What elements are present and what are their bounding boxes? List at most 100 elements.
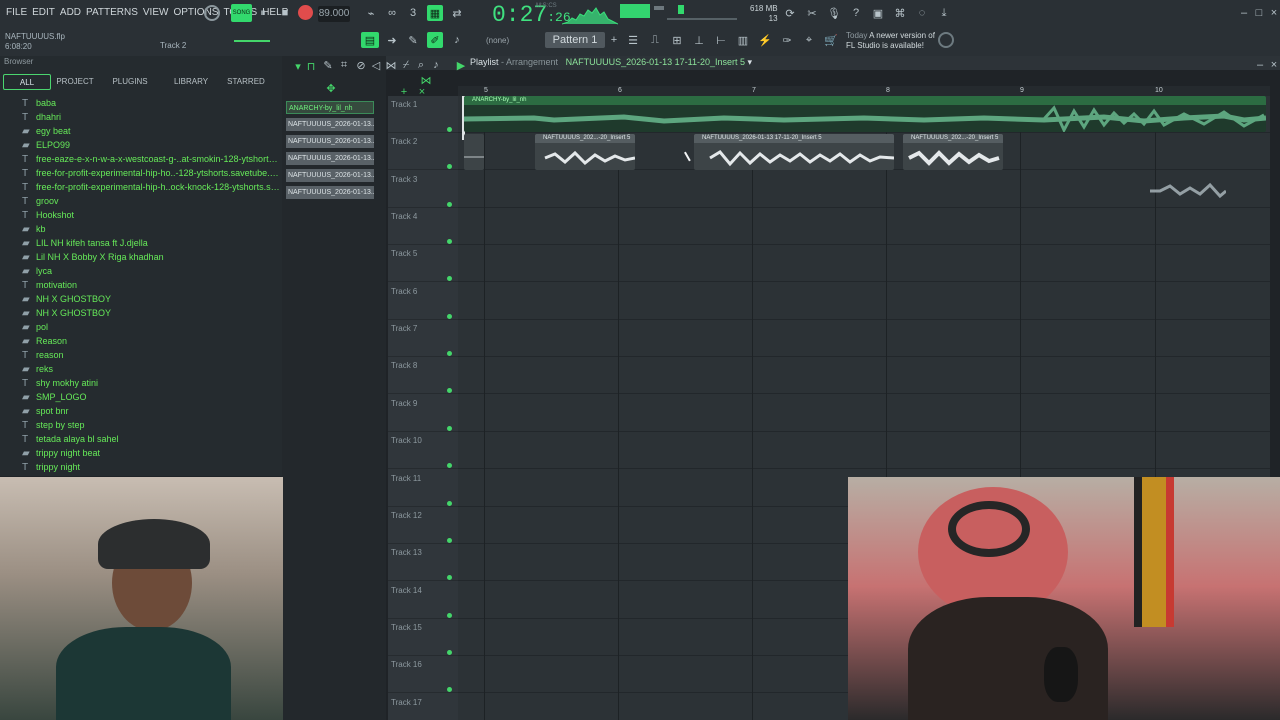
browser-item[interactable]: Tmotivation <box>22 278 280 292</box>
track-lane[interactable] <box>458 320 1270 358</box>
knob-icon[interactable] <box>204 5 220 21</box>
track-header[interactable]: Track 14 <box>388 582 458 619</box>
browser-icon[interactable]: ⊞ <box>669 32 685 48</box>
channel-rack-icon[interactable]: ☰ <box>625 32 641 48</box>
refresh-icon[interactable]: ⟳ <box>782 5 798 21</box>
browser-item[interactable]: Tshy mokhy atini <box>22 376 280 390</box>
blend-icon[interactable]: ⇄ <box>449 5 465 21</box>
browser-item[interactable]: T Hookshot <box>22 208 280 222</box>
browser-item[interactable]: ▰ NH X GHOSTBOY <box>22 306 280 320</box>
pattern-item[interactable]: NAFTUUUUS_2026-01-13... <box>286 135 374 148</box>
browser-item[interactable]: ▰ spot bnr <box>22 404 280 418</box>
track-lane[interactable] <box>458 171 1270 208</box>
track-header[interactable]: Track 11 <box>388 470 458 507</box>
song-mode-button[interactable]: SONG <box>231 4 252 22</box>
track-enable-led[interactable] <box>447 575 452 581</box>
track-enable-led[interactable] <box>447 649 452 655</box>
snap-select[interactable]: (none) <box>486 36 509 45</box>
stop-icon[interactable]: ■ <box>277 5 293 21</box>
touch-icon[interactable]: ⌖ <box>801 32 817 48</box>
audio-clip[interactable]: NAFTUUUUS_2026-01-13 17-11-20_Insert 5 <box>694 134 894 170</box>
track-header[interactable]: Track 9 <box>388 395 458 432</box>
track-lane[interactable] <box>458 283 1270 320</box>
slip-icon[interactable]: ⋈ <box>383 57 399 73</box>
pattern-item[interactable]: NAFTUUUUS_2026-01-13... <box>286 186 374 199</box>
menu-file[interactable]: FILE <box>6 7 27 18</box>
track-enable-led[interactable] <box>447 239 452 245</box>
track-header[interactable]: Track 5 <box>388 245 458 283</box>
track-enable-led[interactable] <box>447 201 452 207</box>
tab-plugins[interactable]: PLUGINS <box>99 74 161 90</box>
track-enable-led[interactable] <box>447 537 452 543</box>
track-enable-led[interactable] <box>447 687 452 693</box>
tempo-display[interactable]: 89.000 <box>318 6 350 22</box>
plug-icon[interactable]: ⚡ <box>757 32 773 48</box>
browser-item[interactable]: ▰ NH X GHOSTBOY <box>22 292 280 306</box>
track-header[interactable]: Track 15 <box>388 619 458 656</box>
pattern-item[interactable]: NAFTUUUUS_2026-01-13... <box>286 152 374 165</box>
browser-item[interactable]: ▰ ELPO99 <box>22 138 280 152</box>
arrow-icon[interactable]: ➜ <box>384 32 400 48</box>
track-enable-led[interactable] <box>447 500 452 506</box>
browser-item[interactable]: Tgroov <box>22 194 280 208</box>
browser-item[interactable]: Treason <box>22 348 280 362</box>
browser-item[interactable]: Tfree-eaze-e-x-n-w-a-x-westcoast-g-..at-… <box>22 152 280 166</box>
menu-edit[interactable]: EDIT <box>32 7 55 18</box>
pencil-icon[interactable]: ✎ <box>405 32 421 48</box>
minimize-icon[interactable]: – <box>1236 5 1252 21</box>
track-header[interactable]: Track 16 <box>388 656 458 694</box>
track-header[interactable]: Track 8 <box>388 357 458 395</box>
snap-icon[interactable]: ⋈ <box>418 72 434 88</box>
timeline-ruler[interactable]: 5 6 7 8 9 10 <box>458 86 1270 96</box>
magnet-icon[interactable]: ⊓ <box>303 58 319 74</box>
cart-icon[interactable]: 🛒 <box>823 32 839 48</box>
pause-icon[interactable]: ⏸ <box>255 5 271 21</box>
browser-item[interactable]: Tstep by step <box>22 418 280 432</box>
audio-clip[interactable]: NAFTUUUUS_202...-20_Insert 5 <box>535 134 635 170</box>
zoom-icon[interactable]: ⌕ <box>413 57 429 73</box>
audio-clip[interactable]: NAFTUUUUS_202...-20_Insert 5 <box>903 134 1003 170</box>
track-header[interactable]: Track 13 <box>388 544 458 582</box>
track-header[interactable]: Track 12 <box>388 507 458 544</box>
browser-item[interactable]: ▰ pol <box>22 320 280 334</box>
tree-icon[interactable]: ⊢ <box>713 32 729 48</box>
track-lane[interactable] <box>458 432 1270 470</box>
mixer-icon[interactable]: ⎍ <box>647 32 663 48</box>
save-icon[interactable]: ▣ <box>870 5 886 21</box>
audio-clip[interactable] <box>464 134 484 170</box>
select-icon[interactable]: ⌗ <box>336 57 352 73</box>
track-header[interactable]: Track 17 <box>388 694 458 720</box>
pattern-item[interactable]: ANARCHY-by_lil_nh <box>286 101 374 114</box>
update-notice[interactable]: Today A newer version of FL Studio is av… <box>846 31 935 51</box>
countdown-icon[interactable]: 3 <box>405 5 421 21</box>
track-header[interactable]: Track 1 <box>388 96 458 133</box>
move-icon[interactable]: ✥ <box>323 80 339 96</box>
tuner-icon[interactable]: ⊥ <box>691 32 707 48</box>
track-enable-led[interactable] <box>447 463 452 469</box>
close-icon[interactable]: × <box>1266 5 1280 21</box>
clipboard-icon[interactable]: ▥ <box>735 32 751 48</box>
track-header[interactable]: Track 3 <box>388 171 458 208</box>
browser-item[interactable]: ▰ Lil NH X Bobby X Riga khadhan <box>22 250 280 264</box>
track-enable-led[interactable] <box>447 351 452 357</box>
paint-icon[interactable]: ✐ <box>427 32 443 48</box>
playlist-button[interactable]: ▤ <box>361 32 379 48</box>
track-header[interactable]: Track 10 <box>388 432 458 470</box>
browser-item[interactable]: ▰ trippy night beat <box>22 446 280 460</box>
pattern-item[interactable]: NAFTUUUUS_2026-01-13... <box>286 118 374 131</box>
wait-icon[interactable]: ∞ <box>384 5 400 21</box>
master-volume-slider[interactable] <box>234 40 270 42</box>
maximize-icon[interactable]: □ <box>1251 5 1267 21</box>
pattern-item[interactable]: NAFTUUUUS_2026-01-13... <box>286 169 374 182</box>
browser-item[interactable]: ▰ kb <box>22 222 280 236</box>
track-lane[interactable] <box>458 208 1270 246</box>
track-header[interactable]: Track 7 <box>388 320 458 358</box>
browser-item[interactable]: ▰ SMP_LOGO <box>22 390 280 404</box>
track-lane[interactable] <box>458 395 1270 432</box>
track-enable-led[interactable] <box>447 276 452 282</box>
browser-item[interactable]: Tdhahri <box>22 110 280 124</box>
browser-item[interactable]: Tbaba <box>22 96 280 110</box>
track-enable-led[interactable] <box>447 313 452 319</box>
tab-project[interactable]: PROJECT <box>51 74 99 90</box>
browser-item[interactable]: ▰ egy beat <box>22 124 280 138</box>
